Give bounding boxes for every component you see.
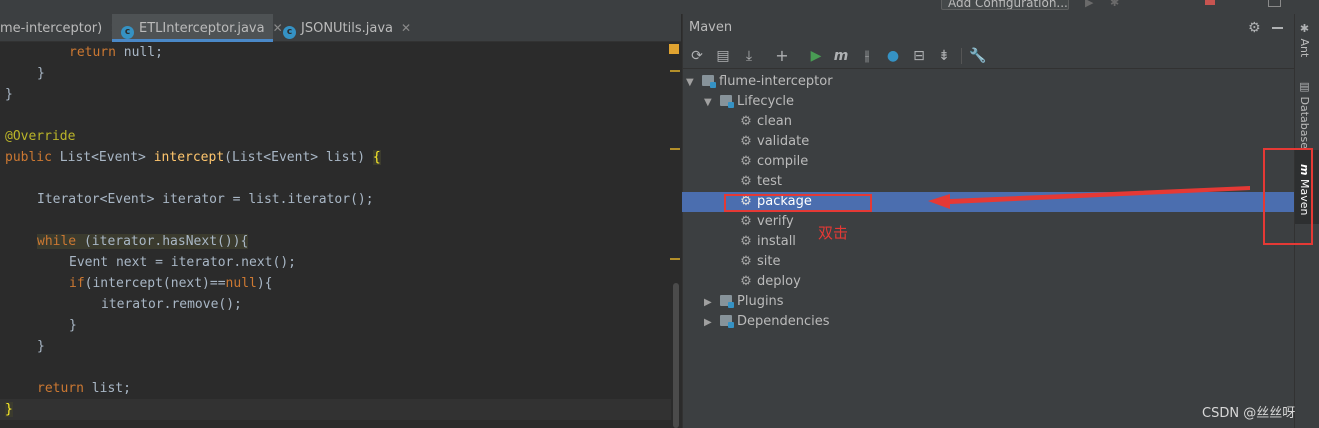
annotation-double-click: 双击 xyxy=(818,224,849,242)
watermark: CSDN @丝丝呀 xyxy=(1202,406,1296,421)
annotation-arrow xyxy=(928,186,1250,209)
